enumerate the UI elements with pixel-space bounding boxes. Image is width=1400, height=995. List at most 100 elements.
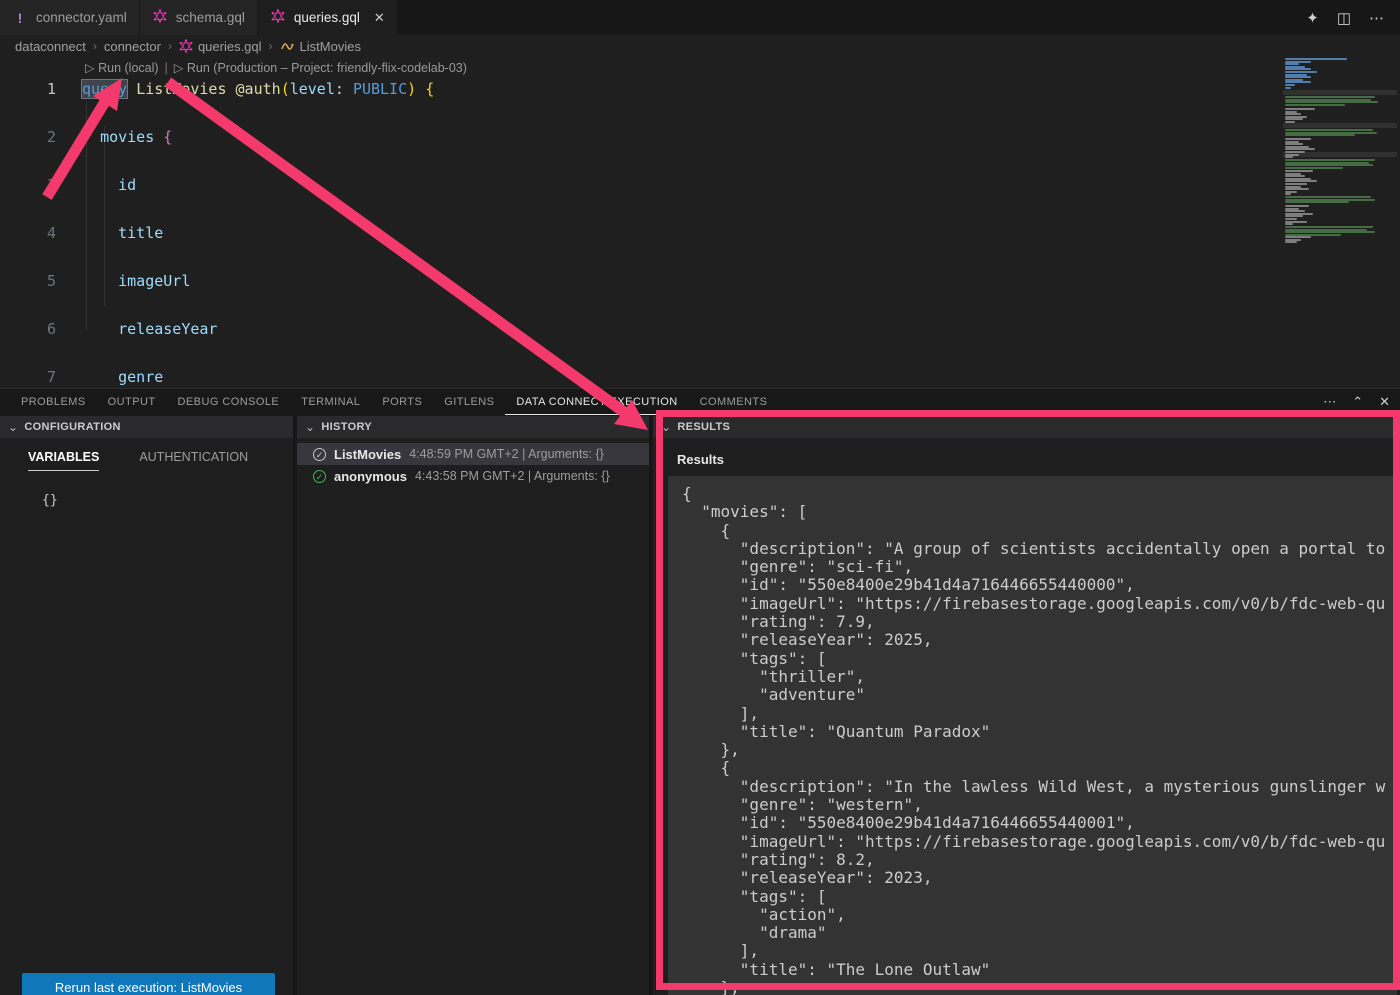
variables-value[interactable]: {} <box>0 471 293 508</box>
history-header[interactable]: ⌄ HISTORY <box>297 416 649 438</box>
panel-tab-data-connect-execution[interactable]: DATA CONNECT EXECUTION <box>505 389 688 415</box>
codelens-separator: | <box>165 61 168 75</box>
panel-tab-debug-console[interactable]: DEBUG CONSOLE <box>167 389 291 415</box>
minimap-line <box>1285 108 1315 110</box>
minimap-line <box>1285 183 1307 185</box>
code-line-5[interactable]: 5 imageUrl <box>0 269 1400 293</box>
results-json-box[interactable]: { "movies": [ { "description": "A group … <box>668 476 1397 995</box>
configuration-header[interactable]: ⌄ CONFIGURATION <box>0 416 293 438</box>
vscode-window: !connector.yaml schema.gql queries.gql✕ … <box>0 0 1400 995</box>
history-panel: ⌄ HISTORY ✓ListMovies4:48:59 PM GMT+2 | … <box>297 416 651 995</box>
run-production-button[interactable]: ▷ Run (Production – Project: friendly-fl… <box>174 60 467 75</box>
panel-tab-terminal[interactable]: TERMINAL <box>290 389 371 415</box>
panel-tab-ports[interactable]: PORTS <box>371 389 433 415</box>
minimap-line <box>1285 175 1305 177</box>
minimap-line <box>1285 134 1355 136</box>
code-editor[interactable]: 1query ListMovies @auth(level: PUBLIC) {… <box>0 77 1400 388</box>
editor-actions: ✦ ◫ ⋯ <box>1306 0 1400 35</box>
configuration-panel: ⌄ CONFIGURATION VARIABLESAUTHENTICATION … <box>0 416 295 995</box>
minimap-line <box>1285 87 1291 89</box>
minimap-line <box>1285 71 1317 73</box>
minimap-line <box>1285 210 1305 212</box>
code-line-3[interactable]: 3 id <box>0 173 1400 197</box>
minimap-line <box>1285 170 1313 172</box>
minimap-line <box>1285 196 1371 198</box>
breadcrumb-item-ListMovies[interactable]: ListMovies <box>280 39 361 54</box>
tab-label: schema.gql <box>176 10 245 25</box>
codelens: ▷ Run (local) | ▷ Run (Production – Proj… <box>85 59 467 76</box>
chevron-down-icon: ⌄ <box>8 420 18 434</box>
minimap-line <box>1285 201 1349 203</box>
panel-maximize-icon[interactable]: ⌃ <box>1352 394 1363 410</box>
line-number: 5 <box>0 269 56 293</box>
editor-tab-schema-gql[interactable]: schema.gql <box>140 0 258 35</box>
minimap-line <box>1285 138 1311 140</box>
graphql-icon <box>271 9 285 23</box>
editor-tab-connector-yaml[interactable]: !connector.yaml <box>0 0 140 35</box>
more-actions-icon[interactable]: ⋯ <box>1369 9 1384 27</box>
panel-tab-problems[interactable]: PROBLEMS <box>10 389 97 415</box>
graphql-icon <box>179 39 193 53</box>
config-tab-authentication[interactable]: AUTHENTICATION <box>139 450 248 471</box>
minimap-line <box>1285 223 1293 225</box>
minimap-line <box>1285 164 1373 166</box>
minimap-highlight <box>1283 90 1397 95</box>
minimap-line <box>1285 84 1295 86</box>
breadcrumb-item-dataconnect[interactable]: dataconnect <box>15 39 86 54</box>
minimap-line <box>1285 167 1343 169</box>
rerun-last-execution-button[interactable]: Rerun last execution: ListMovies <box>22 973 275 995</box>
panel-actions: ⋯ ⌃ ✕ <box>1323 389 1390 415</box>
split-editor-icon[interactable]: ◫ <box>1337 9 1351 27</box>
line-number: 6 <box>0 317 56 341</box>
ai-sparkle-icon[interactable]: ✦ <box>1306 9 1319 27</box>
history-item-ListMovies[interactable]: ✓ListMovies4:48:59 PM GMT+2 | Arguments:… <box>297 443 649 465</box>
minimap-line <box>1285 218 1297 220</box>
panel-more-icon[interactable]: ⋯ <box>1323 394 1336 410</box>
breadcrumb-separator: › <box>168 39 172 53</box>
minimap-line <box>1285 76 1311 78</box>
tab-label: queries.gql <box>294 10 360 25</box>
results-header[interactable]: ⌄ RESULTS <box>653 416 1400 438</box>
panel-tab-comments[interactable]: COMMENTS <box>689 389 779 415</box>
close-icon[interactable]: ✕ <box>374 10 385 26</box>
minimap-line <box>1285 159 1375 161</box>
minimap-highlight <box>1283 123 1397 128</box>
listmovies-symbol-icon <box>280 39 295 54</box>
code-line-2[interactable]: 2 movies { <box>0 125 1400 149</box>
chevron-down-icon: ⌄ <box>661 420 671 434</box>
minimap[interactable] <box>1283 57 1397 242</box>
line-number: 3 <box>0 173 56 197</box>
editor-tab-queries-gql[interactable]: queries.gql ✕ <box>258 0 398 35</box>
minimap-line <box>1285 113 1301 115</box>
minimap-line <box>1285 156 1293 158</box>
code-line-4[interactable]: 4 title <box>0 221 1400 245</box>
code-line-6[interactable]: 6 releaseYear <box>0 317 1400 341</box>
run-local-button[interactable]: ▷ Run (local) <box>85 60 159 75</box>
breadcrumb-item-connector[interactable]: connector <box>104 39 161 54</box>
minimap-line <box>1285 104 1345 106</box>
panel-close-icon[interactable]: ✕ <box>1379 394 1390 410</box>
line-number: 4 <box>0 221 56 245</box>
minimap-line <box>1285 188 1309 190</box>
minimap-line <box>1285 151 1305 153</box>
history-item-name: anonymous <box>334 469 407 484</box>
panel-tab-gitlens[interactable]: GITLENS <box>433 389 505 415</box>
minimap-line <box>1285 121 1295 123</box>
minimap-line <box>1285 236 1311 238</box>
check-circle-icon: ✓ <box>313 448 326 461</box>
breadcrumb-item-queries-gql[interactable]: queries.gql <box>179 39 262 54</box>
code-line-1[interactable]: 1query ListMovies @auth(level: PUBLIC) { <box>0 77 1400 101</box>
history-item-name: ListMovies <box>334 447 401 462</box>
results-json: { "movies": [ { "description": "A group … <box>668 476 1397 995</box>
minimap-line <box>1285 96 1375 98</box>
minimap-line <box>1285 129 1373 131</box>
code-line-7[interactable]: 7 genre <box>0 365 1400 389</box>
graphql-icon <box>153 9 167 23</box>
panel-tab-output[interactable]: OUTPUT <box>97 389 167 415</box>
config-tab-variables[interactable]: VARIABLES <box>28 450 99 471</box>
bottom-panel: PROBLEMSOUTPUTDEBUG CONSOLETERMINALPORTS… <box>0 388 1400 995</box>
editor-tab-bar: !connector.yaml schema.gql queries.gql✕ … <box>0 0 1400 35</box>
minimap-line <box>1285 226 1373 228</box>
history-item-anonymous[interactable]: ✓anonymous4:43:58 PM GMT+2 | Arguments: … <box>297 465 649 487</box>
minimap-line <box>1285 205 1309 207</box>
